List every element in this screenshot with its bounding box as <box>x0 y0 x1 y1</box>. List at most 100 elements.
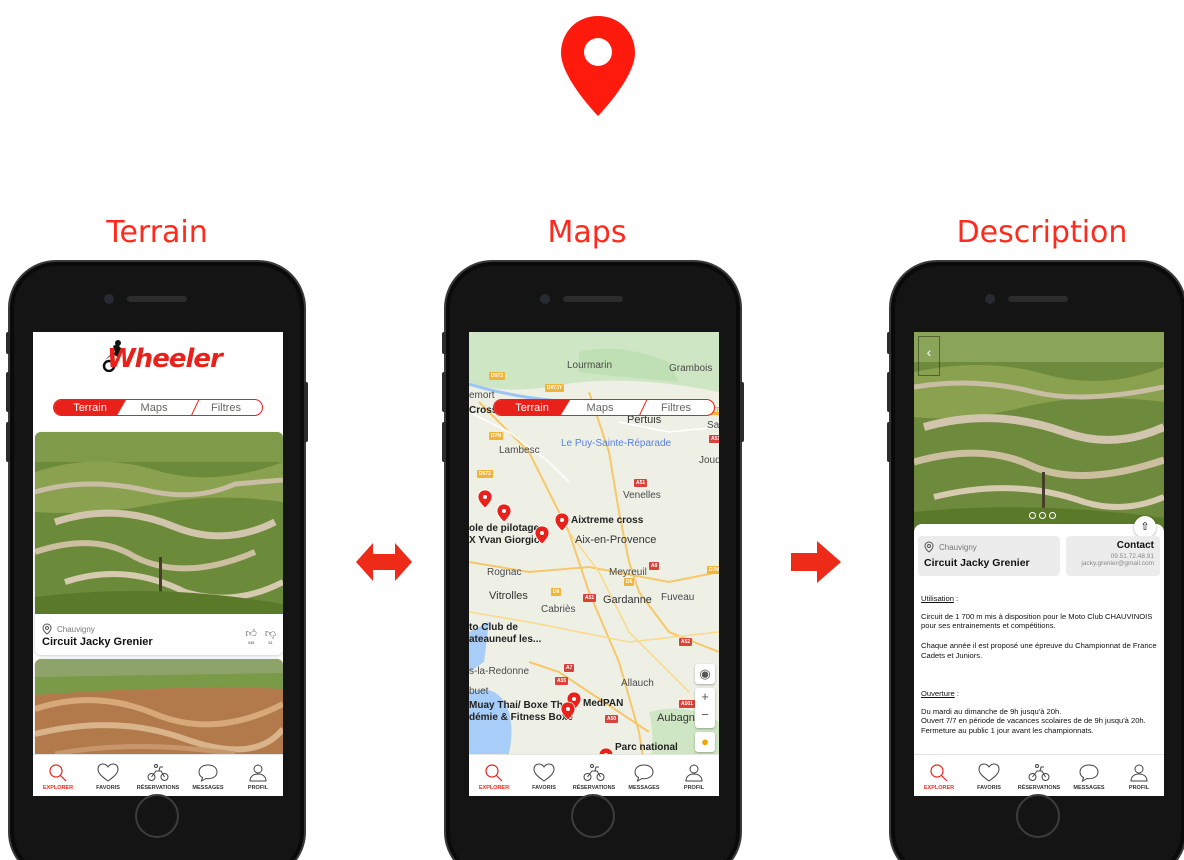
location-pin-icon <box>42 623 52 635</box>
tab-explorer[interactable]: EXPLORER <box>469 763 519 791</box>
tab-reservations[interactable]: RÉSERVATIONS <box>1014 763 1064 791</box>
motorbike-icon <box>147 764 169 781</box>
segmented-control: Terrain Maps Filtres <box>493 399 715 416</box>
phone-maps: D973 D973Y D7N D572 A51 A51 D973 A8 D6 D… <box>442 260 744 860</box>
heart-icon <box>978 763 1000 782</box>
speaker <box>1008 296 1068 302</box>
tab-favorites[interactable]: FAVORIS <box>83 763 133 791</box>
dislike-button[interactable]: 👎︎ 51 <box>265 627 276 645</box>
detail-location: Chauvigny <box>939 542 977 552</box>
locate-me-button[interactable]: ◉ <box>695 664 715 684</box>
screen-description: ‹ ⇧ Chauvigny Circuit Jacky Grenier Cont… <box>914 332 1164 796</box>
location-pin-icon <box>561 16 635 116</box>
card-location: Chauvigny <box>57 624 95 634</box>
tab-reservations[interactable]: RÉSERVATIONS <box>133 763 183 791</box>
tab-messages[interactable]: MESSAGES <box>619 763 669 791</box>
location-box: Chauvigny Circuit Jacky Grenier <box>918 536 1060 576</box>
locate-icon: ◉ <box>699 666 711 681</box>
seg-terrain[interactable]: Terrain <box>54 400 126 415</box>
contact-title: Contact <box>1116 540 1154 551</box>
tab-profile[interactable]: PROFIL <box>669 763 719 791</box>
circuit-photo <box>35 432 283 614</box>
circuit-hero-photo <box>914 332 1164 532</box>
chat-bubble-icon <box>1079 764 1099 783</box>
search-icon <box>485 764 503 782</box>
thumbs-up-icon: 👍︎ <box>245 628 257 640</box>
speaker <box>127 296 187 302</box>
app-logo: Wheeler <box>107 344 223 374</box>
contact-email: jacky.grenier@gmail.com <box>1081 560 1154 567</box>
back-button[interactable]: ‹ <box>918 336 940 376</box>
camera <box>540 294 550 304</box>
location-pin-icon <box>924 541 934 553</box>
tab-favorites[interactable]: FAVORIS <box>964 763 1014 791</box>
zoom-in-button[interactable]: + <box>695 688 715 706</box>
tab-bar: EXPLORER FAVORIS RÉSERVATIONS MESSAGES P… <box>33 754 283 796</box>
like-button[interactable]: 👍︎ 345 <box>245 627 257 645</box>
chat-bubble-icon <box>198 764 218 783</box>
zoom-out-button[interactable]: − <box>695 706 715 724</box>
phone-terrain: Wheeler Terrain Maps Filtres Chauvigny C… <box>6 260 308 860</box>
seg-maps[interactable]: Maps <box>562 400 638 415</box>
home-button[interactable] <box>571 794 615 838</box>
right-arrow-icon <box>791 541 841 583</box>
carousel-dots <box>1029 512 1056 519</box>
opening-heading: Ouverture <box>921 689 955 698</box>
seg-terrain[interactable]: Terrain <box>494 400 570 415</box>
screen-maps: D973 D973Y D7N D572 A51 A51 D973 A8 D6 D… <box>469 332 719 796</box>
opening-section: Ouverture : Du mardi au dimanche de 9h j… <box>921 689 1157 736</box>
usage-heading: Utilisation <box>921 594 954 603</box>
camera <box>985 294 995 304</box>
tab-profile[interactable]: PROFIL <box>1114 763 1164 791</box>
user-icon <box>1130 764 1148 782</box>
tab-messages[interactable]: MESSAGES <box>183 763 233 791</box>
detail-circuit-name: Circuit Jacky Grenier <box>924 557 1030 569</box>
seg-maps[interactable]: Maps <box>118 400 190 415</box>
contact-phone: 09.51.72.48.91 <box>1110 553 1154 560</box>
motorbike-icon <box>1028 764 1050 781</box>
tab-bar: EXPLORER FAVORIS RÉSERVATIONS MESSAGES P… <box>469 754 719 796</box>
pegman-icon: ● <box>701 734 709 749</box>
title-terrain: Terrain <box>106 215 208 250</box>
phone-description: ‹ ⇧ Chauvigny Circuit Jacky Grenier Cont… <box>887 260 1184 860</box>
tab-favorites[interactable]: FAVORIS <box>519 763 569 791</box>
tab-explorer[interactable]: EXPLORER <box>914 763 964 791</box>
street-view-button[interactable]: ● <box>695 732 715 752</box>
tab-messages[interactable]: MESSAGES <box>1064 763 1114 791</box>
tab-reservations[interactable]: RÉSERVATIONS <box>569 763 619 791</box>
opening-line-3: Fermeture au public 1 jour avant les cha… <box>921 726 1094 736</box>
chat-bubble-icon <box>634 764 654 783</box>
seg-filters[interactable]: Filtres <box>190 400 262 415</box>
bidirectional-arrow-icon <box>356 543 412 581</box>
contact-box[interactable]: Contact 09.51.72.48.91 jacky.grenier@gma… <box>1066 536 1160 576</box>
thumbs-down-icon: 👎︎ <box>264 628 276 640</box>
heart-icon <box>97 763 119 782</box>
tab-bar: EXPLORER FAVORIS RÉSERVATIONS MESSAGES P… <box>914 754 1164 796</box>
screen-terrain: Wheeler Terrain Maps Filtres Chauvigny C… <box>33 332 283 796</box>
home-button[interactable] <box>135 794 179 838</box>
user-icon <box>685 764 703 782</box>
circuit-card-2[interactable] <box>35 659 283 759</box>
usage-paragraph-2: Chaque année il est proposé une épreuve … <box>921 641 1157 660</box>
circuit-photo <box>35 659 283 759</box>
usage-paragraph-1: Circuit de 1 700 m mis à disposition pou… <box>921 611 1153 631</box>
share-button[interactable]: ⇧ <box>1134 516 1156 538</box>
card-circuit-name: Circuit Jacky Grenier <box>42 636 153 648</box>
user-icon <box>249 764 267 782</box>
seg-filters[interactable]: Filtres <box>638 400 714 415</box>
tab-profile[interactable]: PROFIL <box>233 763 283 791</box>
tab-explorer[interactable]: EXPLORER <box>33 763 83 791</box>
title-description: Description <box>956 215 1128 250</box>
search-icon <box>930 764 948 782</box>
zoom-controls: + − <box>695 688 715 728</box>
storyboard: Terrain Maps Description Wheeler Terrain… <box>0 0 1184 860</box>
heart-icon <box>533 763 555 782</box>
share-icon: ⇧ <box>1140 521 1150 533</box>
camera <box>104 294 114 304</box>
circuit-card[interactable]: Chauvigny Circuit Jacky Grenier 👍︎ 345 👎︎… <box>35 432 283 655</box>
home-button[interactable] <box>1016 794 1060 838</box>
chevron-left-icon: ‹ <box>926 344 932 360</box>
opening-line-1: Du mardi au dimanche de 9h jusqu'à 20h. <box>921 706 1062 716</box>
segmented-control: Terrain Maps Filtres <box>53 399 263 416</box>
motorbike-icon <box>583 764 605 781</box>
